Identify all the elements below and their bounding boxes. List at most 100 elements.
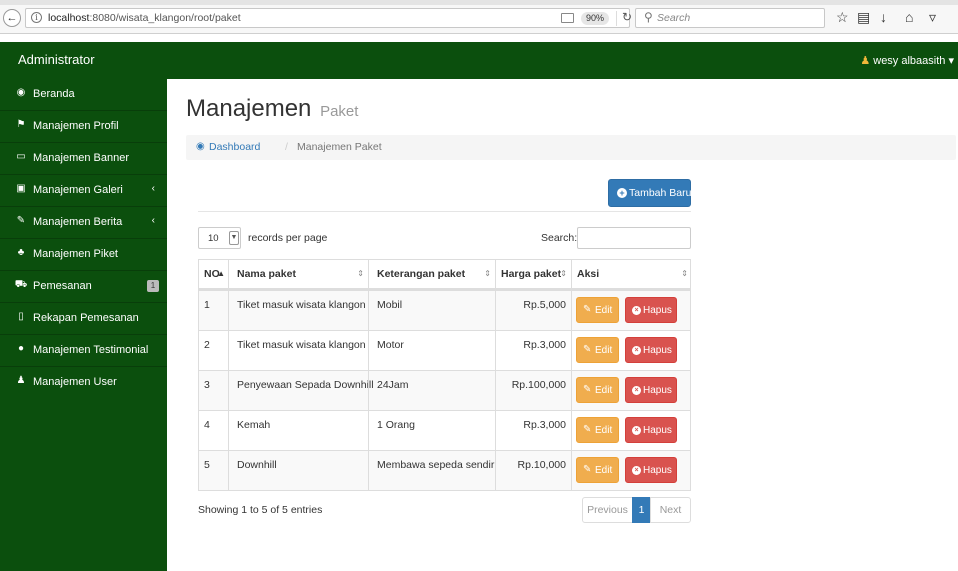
home-icon[interactable]: ⌂ [905,9,913,25]
table-search-input[interactable] [577,227,691,249]
edit-button[interactable]: ✎ Edit [576,337,619,363]
sort-icon: ⇕ [484,269,491,278]
header-no[interactable]: NO ▲ [199,260,228,288]
edit-icon: ✎ [583,304,592,315]
header-keterangan-paket[interactable]: Keterangan paket ⇕ [368,260,495,288]
zoom-level-badge[interactable]: 90% [581,12,609,25]
group-icon: ♟ [16,375,26,386]
reload-icon[interactable]: ↻ [622,10,632,24]
table-row: 5 Downhill Membawa sepeda sendiri Rp.10,… [199,450,690,490]
delete-button[interactable]: × Hapus [625,457,677,483]
brand-title[interactable]: Administrator [18,52,95,67]
download-icon[interactable]: ↓ [880,9,887,25]
back-button[interactable]: ← [3,9,21,27]
header-aksi-label: Aksi [577,268,600,280]
delete-label: Hapus [643,465,672,476]
file-icon: ▯ [18,311,24,322]
table-header-row: NO ▲ Nama paket ⇕ Keterangan paket ⇕ Harga … [199,260,690,290]
delete-button[interactable]: × Hapus [625,337,677,363]
bookmark-star-icon[interactable]: ☆ [836,9,849,25]
sidebar-item-manajemen-profil[interactable]: ⚑ Manajemen Profil [0,111,167,143]
add-new-button[interactable]: + Tambah Baru [608,179,691,207]
cell-no: 4 [204,419,210,431]
paket-table: NO ▲ Nama paket ⇕ Keterangan paket ⇕ Harga … [198,259,691,491]
url-bar[interactable]: i localhost:8080/wisata_klangon/root/pak… [25,8,632,28]
table-info: Showing 1 to 5 of 5 entries [198,504,323,516]
page-subtitle: Paket [320,103,359,120]
sidebar-item-rekapan-pemesanan[interactable]: ▯ Rekapan Pemesanan [0,303,167,335]
sidebar-item-manajemen-testimonial[interactable]: ● Manajemen Testimonial [0,335,167,367]
delete-label: Hapus [643,425,672,436]
add-new-label: Tambah Baru [629,187,692,199]
edit-label: Edit [595,465,613,476]
browser-search-input[interactable]: ⚲ Search [635,8,825,28]
cell-no: 1 [204,299,210,311]
edit-button[interactable]: ✎ Edit [576,297,619,323]
cell-harga: Rp.100,000 [511,379,566,391]
cell-harga: Rp.5,000 [523,299,566,311]
sidebar-item-manajemen-banner[interactable]: ▭ Manajemen Banner [0,143,167,175]
table-search-label: Search: [541,232,578,244]
times-circle-icon: × [632,466,641,475]
search-icon: ⚲ [644,10,653,24]
cart-icon: ⛟ [14,279,28,290]
info-icon[interactable]: i [31,12,42,23]
library-icon[interactable]: ▤ [857,9,870,25]
sidebar-item-manajemen-berita[interactable]: ✎ Manajemen Berita ‹ [0,207,167,239]
divider [198,211,691,212]
url-path: :8080/wisata_klangon/root/paket [89,12,241,24]
times-circle-icon: × [632,306,641,315]
records-per-page-value: 10 [208,233,219,244]
edit-button[interactable]: ✎ Edit [576,377,619,403]
pagination-page-1[interactable]: 1 [632,497,651,523]
delete-button[interactable]: × Hapus [625,417,677,443]
user-menu[interactable]: ♟ wesy albaasith ▾ [860,54,954,67]
pagination-previous[interactable]: Previous [582,497,633,523]
sidebar-item-manajemen-galeri[interactable]: ▣ Manajemen Galeri ‹ [0,175,167,207]
records-per-page-select[interactable]: 10 ▼ [198,227,241,249]
edit-label: Edit [595,425,613,436]
times-circle-icon: × [632,426,641,435]
page-title: Manajemen Paket [186,95,358,123]
delete-button[interactable]: × Hapus [625,297,677,323]
breadcrumb-dashboard-link[interactable]: Dashboard [209,141,260,153]
times-circle-icon: × [632,346,641,355]
dashboard-icon: ◉ [196,141,205,152]
edit-label: Edit [595,345,613,356]
header-harga-paket[interactable]: Harga paket ⇕ [495,260,571,288]
sidebar-item-beranda[interactable]: ◉ Beranda [0,79,167,111]
cell-keterangan: 1 Orang [377,419,415,431]
caret-down-icon: ▾ [948,55,954,67]
table-row: 3 Penyewaan Sepada Downhill 24Jam Rp.100… [199,370,690,410]
cell-keterangan: Mobil [377,299,403,311]
edit-button[interactable]: ✎ Edit [576,417,619,443]
image-icon: ▣ [16,183,26,194]
sort-icon: ⇕ [560,269,567,278]
sidebar-item-label: Manajemen Berita [33,216,123,228]
user-name: wesy albaasith [873,55,946,67]
cell-no: 5 [204,459,210,471]
breadcrumb-separator: / [285,141,288,153]
reader-view-icon[interactable] [561,13,574,23]
header-nama-paket[interactable]: Nama paket ⇕ [228,260,368,288]
pagination-next[interactable]: Next [650,497,691,523]
cell-nama: Tiket masuk wisata klangon [237,299,366,311]
sidebar-item-label: Pemesanan [33,280,92,292]
flag-icon: ⚑ [16,119,26,130]
header-aksi[interactable]: Aksi ⇕ [571,260,692,288]
sidebar-item-label: Manajemen Banner [33,152,130,164]
header-nama-label: Nama paket [237,268,296,280]
edit-button[interactable]: ✎ Edit [576,457,619,483]
sidebar-item-pemesanan[interactable]: ⛟ Pemesanan 1 [0,271,167,303]
sidebar-item-manajemen-user[interactable]: ♟ Manajemen User [0,367,167,399]
url-divider [616,11,617,26]
comments-icon: ● [17,343,25,354]
users-icon: ♣ [17,247,25,258]
table-row: 2 Tiket masuk wisata klangon Motor Rp.3,… [199,330,690,370]
url-text[interactable]: localhost:8080/wisata_klangon/root/paket [48,12,241,24]
delete-button[interactable]: × Hapus [625,377,677,403]
pocket-icon[interactable]: ▿ [929,9,936,25]
sidebar-item-manajemen-piket[interactable]: ♣ Manajemen Piket [0,239,167,271]
table-row: 1 Tiket masuk wisata klangon Mobil Rp.5,… [199,290,690,330]
cell-harga: Rp.3,000 [523,339,566,351]
